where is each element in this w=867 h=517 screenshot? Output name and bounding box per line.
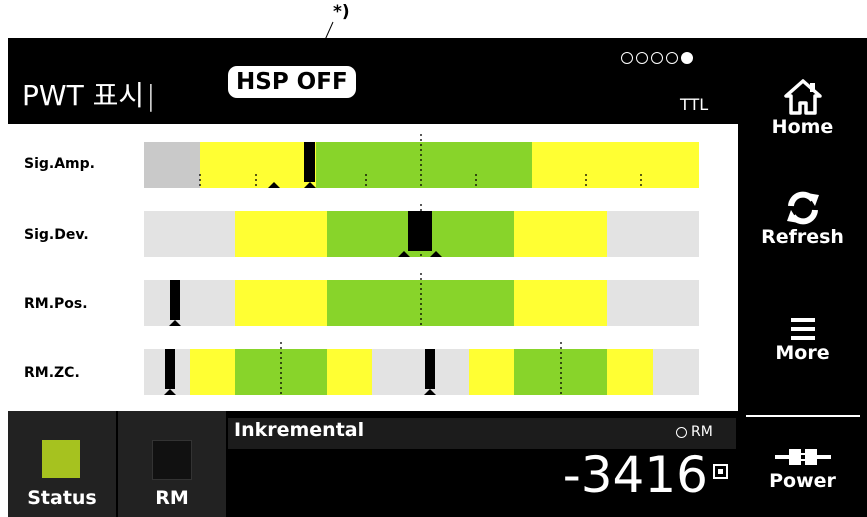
position-value: -3416 — [562, 446, 708, 504]
rm-reference-indicator: RM — [676, 424, 713, 440]
rm-reference-label: RM — [691, 424, 713, 440]
power-label: Power — [769, 470, 836, 492]
rm-indicator-swatch — [152, 440, 192, 480]
bar-rm-zc — [144, 342, 699, 395]
unit-icon — [713, 464, 728, 479]
rm-button[interactable]: RM — [118, 411, 226, 517]
bar-sig-dev — [144, 204, 699, 257]
power-button[interactable]: Power — [738, 444, 867, 492]
status-indicator — [42, 440, 80, 478]
signal-bars — [144, 134, 699, 395]
rm-label: RM — [155, 487, 189, 509]
power-plug-icon — [774, 449, 831, 465]
rm-circle-icon — [676, 426, 687, 438]
inkremental-label: Inkremental — [234, 419, 365, 441]
bar-sig-amp — [144, 134, 699, 188]
status-button[interactable]: Status — [8, 411, 116, 517]
status-label: Status — [27, 487, 97, 509]
side-divider — [746, 415, 860, 417]
bar-rm-pos — [144, 273, 699, 326]
